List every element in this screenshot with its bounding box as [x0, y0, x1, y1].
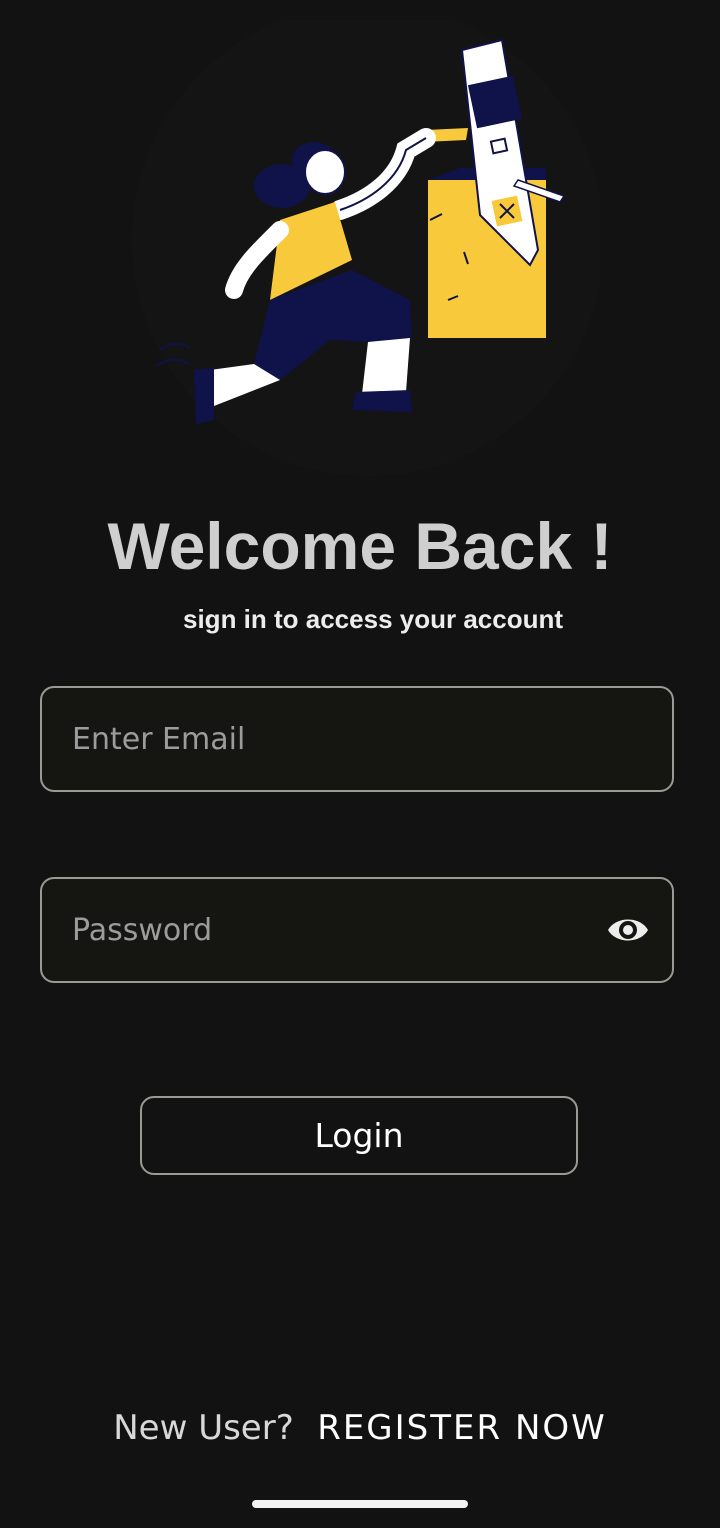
- password-input[interactable]: [72, 879, 612, 981]
- eye-icon[interactable]: [606, 910, 650, 950]
- register-prompt: New User? REGISTER NOW: [0, 1408, 720, 1448]
- password-field[interactable]: [40, 877, 674, 983]
- hero-illustration: [132, 20, 600, 476]
- register-now-link[interactable]: REGISTER NOW: [317, 1408, 607, 1448]
- home-indicator[interactable]: [252, 1500, 468, 1508]
- page-title: Welcome Back !: [107, 509, 613, 583]
- email-field[interactable]: [40, 686, 674, 792]
- page-subtitle: sign in to access your account: [183, 604, 563, 634]
- login-screen: Welcome Back ! sign in to access your ac…: [0, 0, 720, 1528]
- email-input[interactable]: [72, 688, 612, 790]
- new-user-label: New User?: [113, 1408, 294, 1448]
- login-button[interactable]: Login: [140, 1096, 578, 1175]
